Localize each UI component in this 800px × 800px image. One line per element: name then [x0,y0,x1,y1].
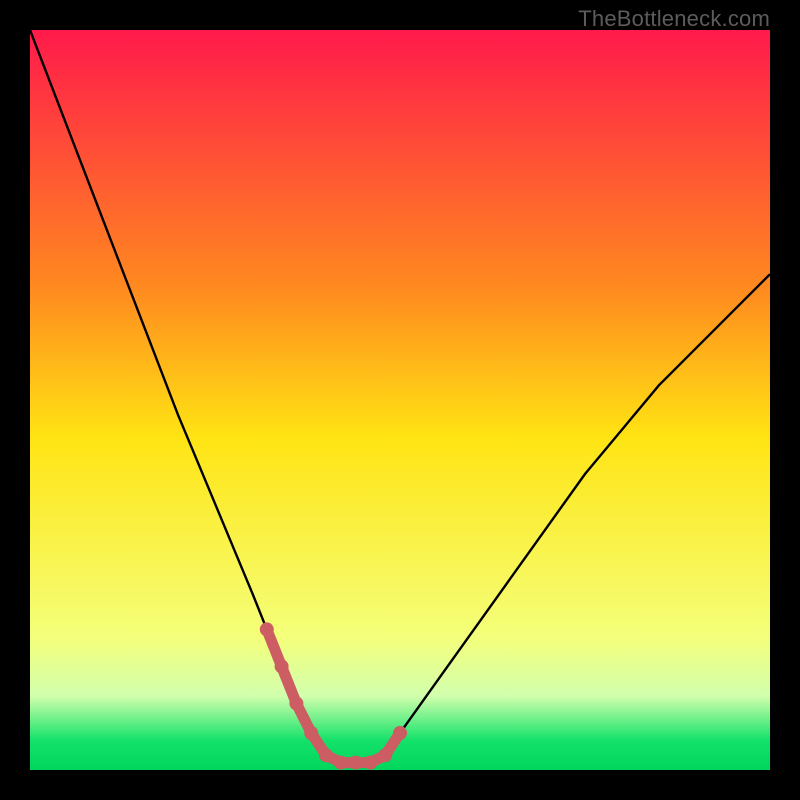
marker-dot [289,696,303,710]
marker-dot [260,622,274,636]
marker-dot [319,748,333,762]
plot-area [30,30,770,770]
chart-frame: TheBottleneck.com [0,0,800,800]
marker-dot [334,756,348,770]
watermark-text: TheBottleneck.com [578,6,770,32]
marker-dot [378,748,392,762]
bottleneck-chart [30,30,770,770]
marker-dot [304,726,318,740]
gradient-background [30,30,770,770]
marker-dot [349,756,363,770]
marker-dot [275,659,289,673]
marker-dot [393,726,407,740]
marker-dot [363,756,377,770]
